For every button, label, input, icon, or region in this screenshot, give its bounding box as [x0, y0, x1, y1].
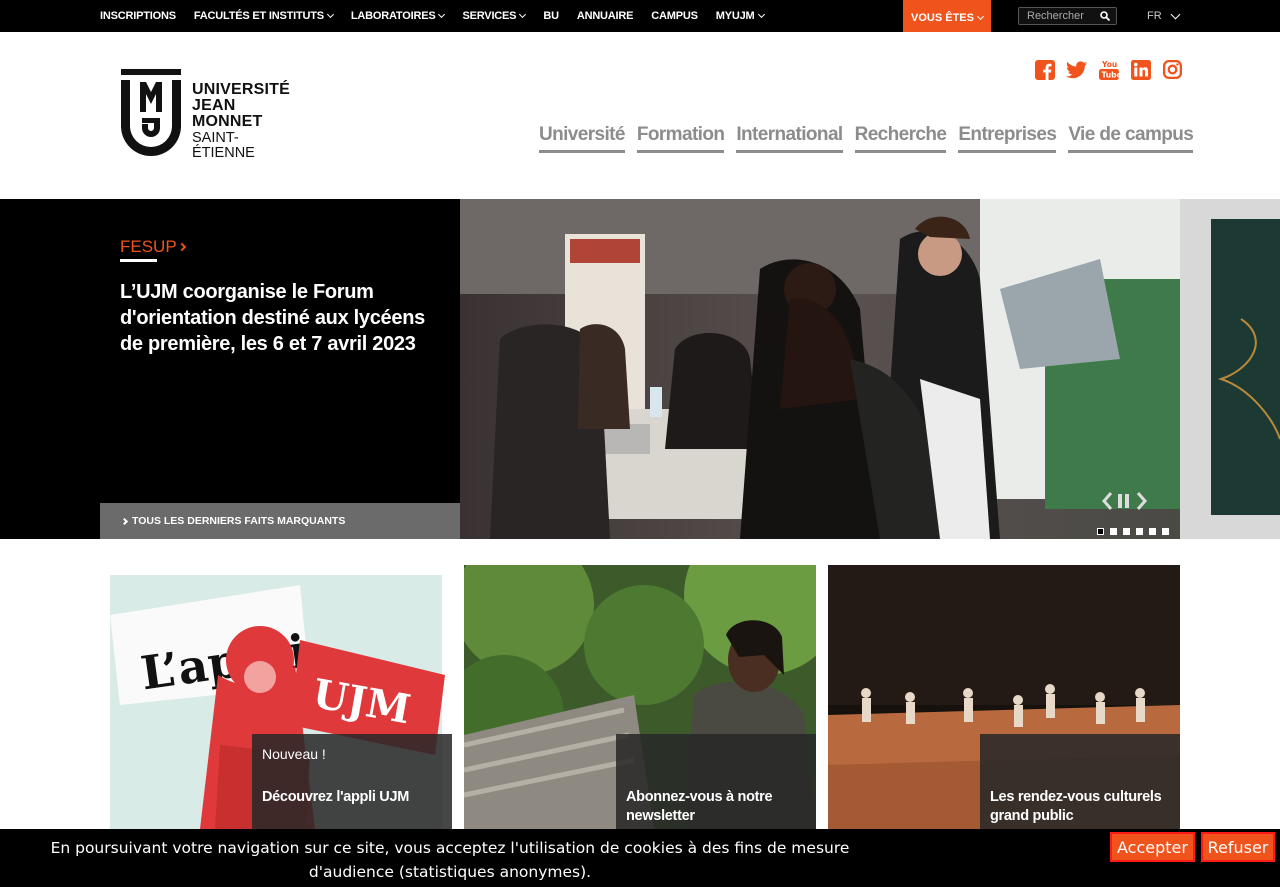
mainnav-universite[interactable]: Université	[539, 124, 625, 153]
hero-title[interactable]: L’UJM coorganise le Forum d'orientation …	[120, 279, 450, 357]
slider-pagination	[1097, 528, 1175, 535]
tile-caption: Nouveau ! Découvrez l'appli UJM	[252, 734, 452, 829]
pause-icon[interactable]	[1118, 494, 1129, 508]
search-input[interactable]	[1019, 8, 1099, 24]
slider-dot[interactable]	[1149, 528, 1156, 535]
main-nav: Université Formation International Reche…	[539, 124, 1205, 153]
slider-dot[interactable]	[1123, 528, 1130, 535]
next-slide-preview[interactable]	[1180, 199, 1280, 539]
mainnav-recherche[interactable]: Recherche	[854, 124, 947, 153]
tile-title: Abonnez-vous à notre newsletter	[626, 789, 773, 824]
chevron-down-icon	[326, 10, 334, 19]
topnav-services[interactable]: SERVICES	[462, 10, 527, 22]
mainnav-formation[interactable]: Formation	[636, 124, 725, 153]
slider-controls	[1102, 492, 1147, 510]
tile-appli-ujm[interactable]: L’appli UJM Nouveau ! Découvrez l'appli …	[100, 565, 452, 829]
tile-caption: Les rendez-vous culturels grand public	[980, 734, 1180, 829]
linkedin-icon[interactable]	[1130, 59, 1151, 80]
vous-etes-button[interactable]: VOUS ÊTES	[903, 0, 991, 32]
youtube-icon[interactable]: YouTube	[1098, 59, 1119, 80]
slider-dot[interactable]	[1136, 528, 1143, 535]
topnav-annuaire[interactable]: ANNUAIRE	[577, 10, 634, 22]
svg-text:You: You	[1101, 60, 1117, 69]
logo-text: UNIVERSITÉ JEAN MONNET SAINT-ÉTIENNE	[192, 81, 291, 161]
search-box	[1018, 7, 1117, 25]
svg-text:Tube: Tube	[1101, 70, 1119, 79]
hero-category-link[interactable]: FESUP	[120, 237, 186, 261]
chevron-right-icon	[177, 242, 186, 252]
slider-dot[interactable]	[1162, 528, 1169, 535]
cookie-refuse-button[interactable]: Refuser	[1201, 832, 1275, 862]
topnav-facultes[interactable]: FACULTÉS ET INSTITUTS	[194, 10, 334, 22]
cookie-accept-button[interactable]: Accepter	[1110, 832, 1195, 862]
topnav-myujm[interactable]: MYUJM	[716, 10, 765, 22]
topnav-inscriptions[interactable]: INSCRIPTIONS	[100, 10, 176, 22]
ujm-logo-mark	[121, 69, 181, 156]
chevron-down-icon	[438, 10, 446, 19]
twitter-icon[interactable]	[1066, 59, 1087, 80]
topnav-bu[interactable]: BU	[543, 10, 559, 22]
topnav-campus[interactable]: CAMPUS	[651, 10, 698, 22]
hero-photo[interactable]	[460, 199, 1180, 539]
tile-title: Les rendez-vous culturels grand public	[990, 789, 1162, 824]
tile-title: Découvrez l'appli UJM	[262, 789, 410, 805]
search-icon[interactable]	[1100, 11, 1110, 21]
tile-caption: Abonnez-vous à notre newsletter	[616, 734, 816, 829]
topnav-laboratoires[interactable]: LABORATOIRES	[351, 10, 446, 22]
cookie-banner: En poursuivant votre navigation sur ce s…	[0, 829, 1280, 887]
all-highlights-link[interactable]: TOUS LES DERNIERS FAITS MARQUANTS	[100, 503, 460, 539]
tile-newsletter[interactable]: Abonnez-vous à notre newsletter	[464, 565, 816, 829]
mainnav-entreprises[interactable]: Entreprises	[958, 124, 1057, 153]
cookie-message: En poursuivant votre navigation sur ce s…	[50, 839, 850, 881]
top-nav: INSCRIPTIONS FACULTÉS ET INSTITUTS LABOR…	[100, 0, 782, 32]
chevron-down-icon	[757, 10, 765, 19]
top-bar: INSCRIPTIONS FACULTÉS ET INSTITUTS LABOR…	[0, 0, 1280, 32]
chevron-right-icon	[120, 517, 129, 525]
instagram-icon[interactable]	[1162, 59, 1183, 80]
category-underline	[120, 259, 157, 262]
next-slide-icon[interactable]	[1136, 492, 1147, 510]
chevron-down-icon	[976, 12, 985, 20]
mainnav-international[interactable]: International	[736, 124, 843, 153]
chevron-down-icon	[519, 10, 527, 19]
ujm-logo[interactable]: UNIVERSITÉ JEAN MONNET SAINT-ÉTIENNE	[120, 68, 300, 160]
mainnav-vie-de-campus[interactable]: Vie de campus	[1068, 124, 1194, 153]
prev-slide-icon[interactable]	[1102, 492, 1113, 510]
social-links: YouTube	[1034, 59, 1194, 80]
chevron-down-icon	[1170, 9, 1181, 19]
facebook-icon[interactable]	[1034, 59, 1055, 80]
tile-kicker: Nouveau !	[262, 746, 326, 762]
tile-culture[interactable]: Les rendez-vous culturels grand public	[828, 565, 1180, 829]
next-slide-image	[1211, 219, 1280, 515]
slider-dot[interactable]	[1097, 528, 1104, 535]
slider-dot[interactable]	[1110, 528, 1117, 535]
hero-slider: FESUP L’UJM coorganise le Forum d'orient…	[0, 199, 1280, 539]
language-selector[interactable]: FR	[1147, 0, 1181, 32]
